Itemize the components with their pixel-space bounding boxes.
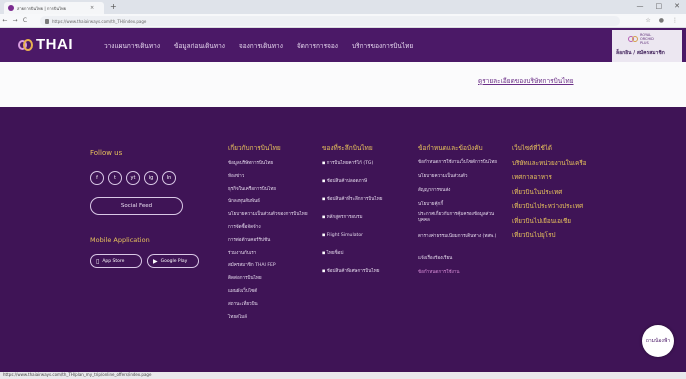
facebook-icon[interactable]: f <box>90 171 104 185</box>
footer-link[interactable]: ร่วมงานกับเรา <box>228 250 308 263</box>
footer-link[interactable]: สถานะเที่ยวบิน <box>228 301 308 314</box>
orchid-mini-icon <box>628 35 638 43</box>
favicon-icon <box>8 5 14 11</box>
footer-link[interactable]: นโยบายความเป็นส่วนตัวของการบินไทย <box>228 211 308 224</box>
footer-link[interactable]: ประกาศเกี่ยวกับการคุ้มครองข้อมูลส่วนบุคค… <box>418 212 506 234</box>
footer-link[interactable]: ช้อปสินค้าที่ระลึกการบินไทย <box>322 196 383 214</box>
mobile-app-heading: Mobile Application <box>90 236 150 244</box>
footer-link[interactable]: การบินไทยคาร์โก้ (TG) <box>322 160 382 178</box>
nav-book-trip[interactable]: จองการเดินทาง <box>239 41 283 51</box>
footer-link[interactable]: ห้องข่าว <box>228 173 308 186</box>
footer-link[interactable]: ไทยช็อป <box>322 250 382 268</box>
footer-link[interactable]: สัญญาการขนส่ง <box>418 188 506 202</box>
footer-link[interactable]: Flight Simulator <box>322 232 382 250</box>
footer-link[interactable]: เที่ยวบินไประหว่างประเทศ <box>512 201 586 216</box>
company-details-link[interactable]: ดูรายละเอียดของบริษัทการบินไทย <box>478 76 574 86</box>
footer-link[interactable]: เที่ยวบินไปเยือนเอเชีย <box>512 216 586 231</box>
reload-icon[interactable]: C <box>20 17 30 24</box>
footer-link[interactable]: นักลงทุนสัมพันธ์ <box>228 198 308 211</box>
follow-us-heading: Follow us <box>90 149 123 157</box>
orchid-logo-icon <box>18 38 34 52</box>
col-souvenirs-title: ของที่ระลึกบินไทย <box>322 144 373 152</box>
forward-icon[interactable]: → <box>10 17 20 24</box>
nav-plan-trip[interactable]: วางแผนการเดินทาง <box>104 41 160 51</box>
maximize-icon[interactable]: □ <box>656 2 663 10</box>
footer-link[interactable]: การจัดซื้อจัดจ้าง <box>228 224 308 237</box>
main-content <box>0 62 686 107</box>
footer-link[interactable]: แจ้งเรื่องร้องเรียน <box>418 256 506 270</box>
footer-col-terms: ข้อกำหนดและข้อบังคับ ข้อกำหนดการใช้งานเว… <box>418 143 506 280</box>
footer-link[interactable]: เทศกาลอาหาร <box>512 172 586 187</box>
footer-link[interactable]: นโยบายคุ้กกี้ <box>418 202 506 212</box>
browser-toolbar: ← → C https://www.thaiairways.com/th_TH/… <box>0 14 686 28</box>
browser-tabstrip: สายการบินไทย | การบินไทย × + — □ ✕ <box>0 0 686 14</box>
chat-assistant-button[interactable]: ถามน้องฟ้า <box>642 325 674 357</box>
nav-thai-services[interactable]: บริการของการบินไทย <box>352 41 413 51</box>
line-icon[interactable]: ln <box>162 171 176 185</box>
social-feed-button[interactable]: Social Feed <box>90 197 183 215</box>
apple-icon: ▯ <box>96 257 100 265</box>
close-window-icon[interactable]: ✕ <box>674 2 680 10</box>
footer-link[interactable]: ธุรกิจในเครือการบินไทย <box>228 186 308 199</box>
footer-col-about: เกี่ยวกับการบินไทย ข้อมูลบริษัทการบินไทย… <box>228 143 308 326</box>
footer-link[interactable]: สมัครสมาชิก THAI FEP <box>228 262 308 275</box>
app-store-label: App Store <box>102 258 125 264</box>
address-bar[interactable]: https://www.thaiairways.com/th_TH/index.… <box>40 16 620 26</box>
footer-link[interactable]: บริษัทและหน่วยงานในเครือ <box>512 158 586 173</box>
back-icon[interactable]: ← <box>0 17 10 24</box>
social-icons: f t yt ig ln <box>90 171 176 185</box>
footer-link[interactable]: การต่อต้านคอร์รัปชัน <box>228 237 308 250</box>
lock-icon <box>45 18 49 24</box>
main-nav: วางแผนการเดินทาง ข้อมูลก่อนเดินทาง จองกา… <box>104 41 413 51</box>
footer-link[interactable]: ข้อมูลบริษัทการบินไทย <box>228 160 308 173</box>
col-terms-title: ข้อกำหนดและข้อบังคับ <box>418 144 483 152</box>
google-play-button[interactable]: ▶ Google Play <box>147 254 199 268</box>
thai-logo[interactable]: THAI <box>18 36 73 53</box>
footer-link-highlight[interactable]: ข้อกำหนดการใช้งาน <box>418 270 506 280</box>
nav-manage-booking[interactable]: จัดการการจอง <box>297 41 338 51</box>
menu-kebab-icon[interactable]: ⋮ <box>672 17 678 24</box>
footer-link[interactable]: เที่ยวบินในประเทศ <box>512 187 586 202</box>
browser-tab[interactable]: สายการบินไทย | การบินไทย × <box>4 2 104 14</box>
bookmark-star-icon[interactable]: ☆ <box>645 17 650 24</box>
footer-link[interactable]: ตารางค่าธรรมเนียมการเดินทาง (ทสพ.) <box>418 234 506 256</box>
footer-link[interactable]: ไทยสไมล์ <box>228 314 308 327</box>
member-login-box[interactable]: ROYAL ORCHID PLUS ล็อกอิน / สมัครสมาชิก <box>612 30 682 62</box>
twitter-icon[interactable]: t <box>108 171 122 185</box>
minimize-icon[interactable]: — <box>637 2 644 10</box>
status-bar: https://www.thaiairways.com/th_TH/plan_m… <box>0 372 686 379</box>
footer-link[interactable]: หลักสูตรการอบรม <box>322 214 382 232</box>
footer-link[interactable]: นโยบายความเป็นส่วนตัว <box>418 174 506 188</box>
site-header: THAI วางแผนการเดินทาง ข้อมูลก่อนเดินทาง … <box>0 28 686 62</box>
col-about-title: เกี่ยวกับการบินไทย <box>228 144 281 152</box>
royal-orchid-plus-logo: ROYAL ORCHID PLUS <box>628 33 678 45</box>
youtube-icon[interactable]: yt <box>126 171 140 185</box>
status-url: https://www.thaiairways.com/th_TH/plan_m… <box>3 372 152 377</box>
profile-icon[interactable]: ● <box>659 17 664 24</box>
window-controls: — □ ✕ <box>637 2 681 10</box>
tab-title: สายการบินไทย | การบินไทย <box>17 5 67 11</box>
footer-link[interactable]: ช้อปสินค้าปลอดภาษี <box>322 178 382 196</box>
footer-link[interactable]: ข้อกำหนดการใช้งานเว็บไซต์การบินไทย <box>418 160 506 174</box>
instagram-icon[interactable]: ig <box>144 171 158 185</box>
google-play-label: Google Play <box>160 258 188 264</box>
login-register-link[interactable]: ล็อกอิน / สมัครสมาชิก <box>616 49 678 57</box>
col-websites-title: เว็บไซต์ที่ใช้ได้ <box>512 145 552 152</box>
footer-link[interactable]: เที่ยวบินไปยุโรป <box>512 230 586 245</box>
play-icon: ▶ <box>153 257 158 265</box>
app-store-button[interactable]: ▯ App Store <box>90 254 142 268</box>
new-tab-button[interactable]: + <box>110 2 117 12</box>
footer-col-websites: เว็บไซต์ที่ใช้ได้ บริษัทและหน่วยงานในเคร… <box>512 143 586 245</box>
footer-link[interactable]: ช้อปสินค้าพิเศษการบินไทย <box>322 268 382 286</box>
footer-link[interactable]: ติดต่อการบินไทย <box>228 275 308 288</box>
nav-travel-info[interactable]: ข้อมูลก่อนเดินทาง <box>174 41 225 51</box>
toolbar-actions: ☆ ● ⋮ <box>645 17 678 24</box>
footer-col-souvenirs: ของที่ระลึกบินไทย การบินไทยคาร์โก้ (TG) … <box>322 143 382 286</box>
tab-close-icon[interactable]: × <box>90 5 94 11</box>
footer-link[interactable]: แผนผังเว็บไซต์ <box>228 288 308 301</box>
logo-text: THAI <box>36 36 73 53</box>
rop-program-name: ROYAL ORCHID PLUS <box>640 33 654 45</box>
address-url[interactable]: https://www.thaiairways.com/th_TH/index.… <box>52 19 146 24</box>
